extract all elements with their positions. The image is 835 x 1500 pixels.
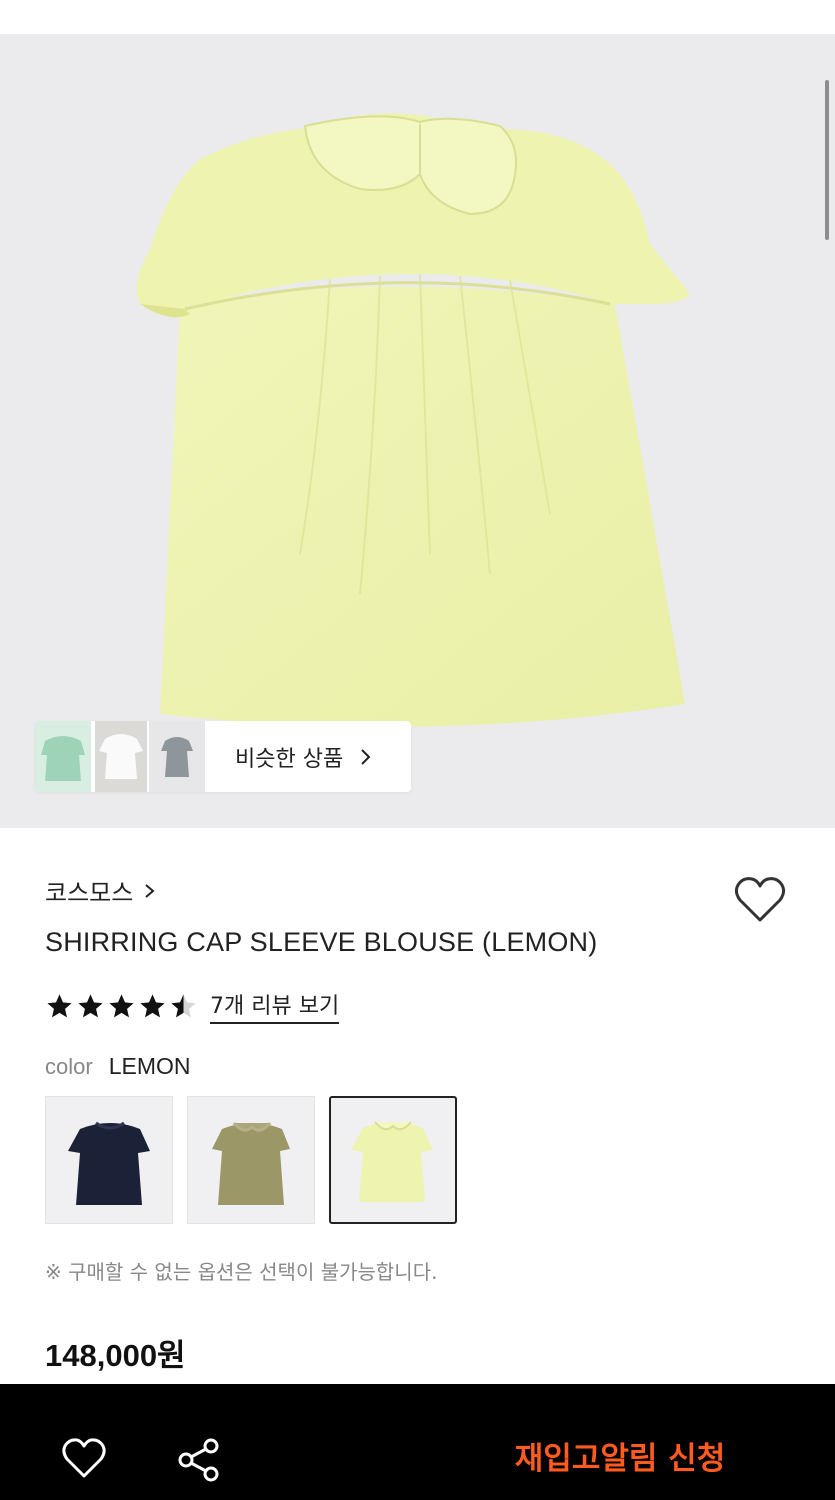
share-icon[interactable] xyxy=(175,1436,223,1484)
restock-alert-button[interactable]: 재입고알림 신청 xyxy=(480,1434,760,1484)
star-full-icon xyxy=(140,993,165,1017)
similar-products-button[interactable]: 비슷한 상품 xyxy=(35,721,411,792)
rating-row: 7개 리뷰 보기 xyxy=(45,988,340,1024)
wishlist-heart-icon[interactable] xyxy=(732,874,788,926)
color-label: color xyxy=(45,1054,93,1079)
brand-link[interactable]: 코스모스 xyxy=(45,873,157,908)
product-title: SHIRRING CAP SLEEVE BLOUSE (LEMON) xyxy=(45,927,598,957)
star-full-icon xyxy=(78,993,103,1017)
heart-icon[interactable] xyxy=(60,1436,108,1482)
color-value: LEMON xyxy=(108,1053,191,1079)
similar-thumb-white[interactable] xyxy=(95,721,147,792)
brand-name: 코스모스 xyxy=(45,879,134,907)
similar-thumb-mint[interactable] xyxy=(35,721,91,792)
star-half-icon xyxy=(171,993,196,1017)
rating-stars xyxy=(45,992,198,1021)
color-swatch-list xyxy=(45,1096,457,1224)
color-swatch-navy[interactable] xyxy=(45,1096,173,1224)
option-note: ※ 구매할 수 없는 옵션은 선택이 불가능합니다. xyxy=(45,1260,438,1284)
similar-products-label: 비슷한 상품 xyxy=(235,746,344,772)
reviews-link[interactable]: 7개 리뷰 보기 xyxy=(210,988,340,1024)
image-scrollbar[interactable] xyxy=(825,80,829,240)
product-image-gallery[interactable]: 비슷한 상품 xyxy=(0,34,835,828)
star-full-icon xyxy=(109,993,134,1017)
star-full-icon xyxy=(47,993,72,1017)
color-swatch-lemon[interactable] xyxy=(329,1096,457,1224)
product-main-image xyxy=(136,113,690,727)
color-swatch-olive[interactable] xyxy=(187,1096,315,1224)
chevron-right-icon xyxy=(361,748,371,765)
product-price: 148,000원 xyxy=(45,1338,186,1373)
similar-thumb-grey[interactable] xyxy=(149,721,205,792)
status-area xyxy=(0,0,835,34)
chevron-right-icon xyxy=(145,883,155,898)
color-selection-header: color LEMON xyxy=(45,1053,190,1080)
